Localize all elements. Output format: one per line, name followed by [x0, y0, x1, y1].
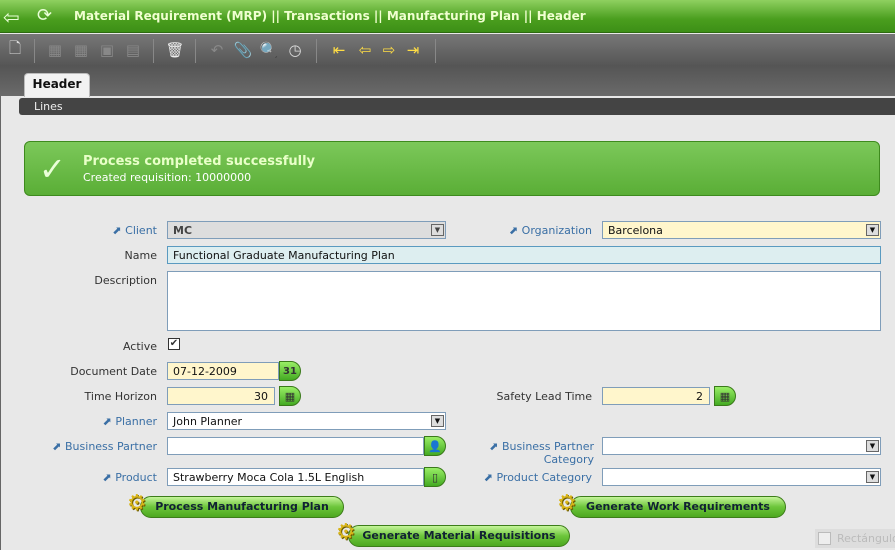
client-select[interactable]: MC ▼ — [167, 221, 446, 239]
checkmark-icon: ✓ — [39, 150, 66, 188]
back-arrow-icon[interactable]: ⇦ — [3, 5, 20, 29]
attachment-icon[interactable]: 📎 — [232, 39, 254, 61]
search-icon[interactable]: 🔍 — [258, 39, 280, 61]
planner-label[interactable]: ⬈ Planner — [60, 415, 157, 428]
time-horizon-field[interactable]: 30 — [167, 387, 275, 405]
tab-bar — [0, 66, 895, 96]
description-field[interactable] — [167, 271, 881, 331]
new-record-icon[interactable]: 🗋 — [4, 39, 26, 61]
product-category-select[interactable]: ▼ — [602, 468, 881, 486]
gear-icon: ⚙ — [127, 491, 147, 516]
planner-select[interactable]: John Planner ▼ — [167, 412, 446, 430]
active-label: Active — [122, 340, 157, 353]
organization-select[interactable]: Barcelona ▼ — [602, 221, 881, 239]
undo-icon[interactable]: ↶ — [206, 39, 228, 61]
chevron-down-icon[interactable]: ▼ — [866, 224, 879, 236]
business-partner-search-icon[interactable]: 👤 — [424, 436, 446, 456]
calculator-icon[interactable]: ▦ — [279, 386, 301, 406]
product-search-icon[interactable]: ▯ — [424, 467, 446, 487]
save-icon[interactable]: ▣ — [96, 39, 118, 61]
safety-lead-time-field[interactable]: 2 — [602, 387, 710, 405]
organization-label[interactable]: ⬈ Organization — [480, 224, 592, 237]
business-partner-field[interactable] — [167, 437, 424, 455]
success-message: ✓ Process completed successfully Created… — [24, 141, 880, 196]
title-bar: ⇦ ⟳ Material Requirement (MRP) || Transa… — [0, 0, 895, 33]
name-label: Name — [124, 249, 157, 262]
name-field[interactable]: Functional Graduate Manufacturing Plan — [167, 246, 881, 264]
gear-icon: ⚙ — [557, 491, 577, 516]
chevron-down-icon[interactable]: ▼ — [431, 224, 444, 236]
first-record-icon[interactable]: ⇤ — [328, 39, 350, 61]
generate-work-requirements-button[interactable]: Generate Work Requirements — [570, 496, 786, 518]
product-label[interactable]: ⬈ Product — [60, 471, 157, 484]
save-new-icon[interactable]: ▦ — [44, 39, 66, 61]
generate-material-requisitions-button[interactable]: Generate Material Requisitions — [348, 525, 570, 547]
toolbar: 🗋 ▦ ▦ ▣ ▤ 🗑 ↶ 📎 🔍 ◷ ⇤ ⇦ ⇨ ⇥ — [0, 34, 895, 66]
business-partner-label[interactable]: ⬈ Business Partner — [40, 440, 157, 453]
gear-icon: ⚙ — [336, 520, 356, 545]
calculator-icon[interactable]: ▦ — [714, 386, 736, 406]
active-checkbox[interactable]: ✔ — [168, 338, 180, 350]
refresh-icon[interactable]: ⟳ — [37, 5, 52, 26]
product-category-label[interactable]: ⬈ Product Category — [480, 471, 592, 484]
chevron-down-icon[interactable]: ▼ — [866, 471, 879, 483]
last-record-icon[interactable]: ⇥ — [402, 39, 424, 61]
rectangle-tooltip: Rectángulo — [815, 529, 895, 548]
process-manufacturing-plan-button[interactable]: Process Manufacturing Plan — [140, 496, 344, 518]
previous-record-icon[interactable]: ⇦ — [354, 39, 376, 61]
delete-icon[interactable]: 🗑 — [164, 39, 186, 61]
next-record-icon[interactable]: ⇨ — [378, 39, 400, 61]
bp-category-label[interactable]: ⬈ Business Partner Category — [480, 440, 594, 466]
bp-category-select[interactable]: ▼ — [602, 437, 881, 455]
client-label[interactable]: ⬈ Client — [60, 224, 157, 237]
time-horizon-label: Time Horizon — [84, 390, 157, 403]
description-label: Description — [94, 274, 157, 287]
rectangle-icon — [818, 532, 831, 545]
message-title: Process completed successfully — [83, 154, 316, 169]
save-copy-icon[interactable]: ▦ — [70, 39, 92, 61]
chevron-down-icon[interactable]: ▼ — [866, 440, 879, 452]
product-field[interactable]: Strawberry Moca Cola 1.5L English — [167, 468, 424, 486]
tab-lines[interactable]: Lines — [19, 98, 895, 115]
chevron-down-icon[interactable]: ▼ — [431, 415, 444, 427]
safety-lead-time-label: Safety Lead Time — [496, 390, 592, 403]
audit-history-icon[interactable]: ◷ — [284, 39, 306, 61]
tab-header[interactable]: Header — [24, 73, 90, 97]
save-next-icon[interactable]: ▤ — [122, 39, 144, 61]
message-detail: Created requisition: 10000000 — [83, 171, 252, 184]
document-date-label: Document Date — [70, 365, 157, 378]
breadcrumb-title: Material Requirement (MRP) || Transactio… — [74, 9, 586, 23]
calendar-icon[interactable]: 31 — [279, 361, 301, 381]
document-date-field[interactable]: 07-12-2009 — [167, 362, 279, 380]
